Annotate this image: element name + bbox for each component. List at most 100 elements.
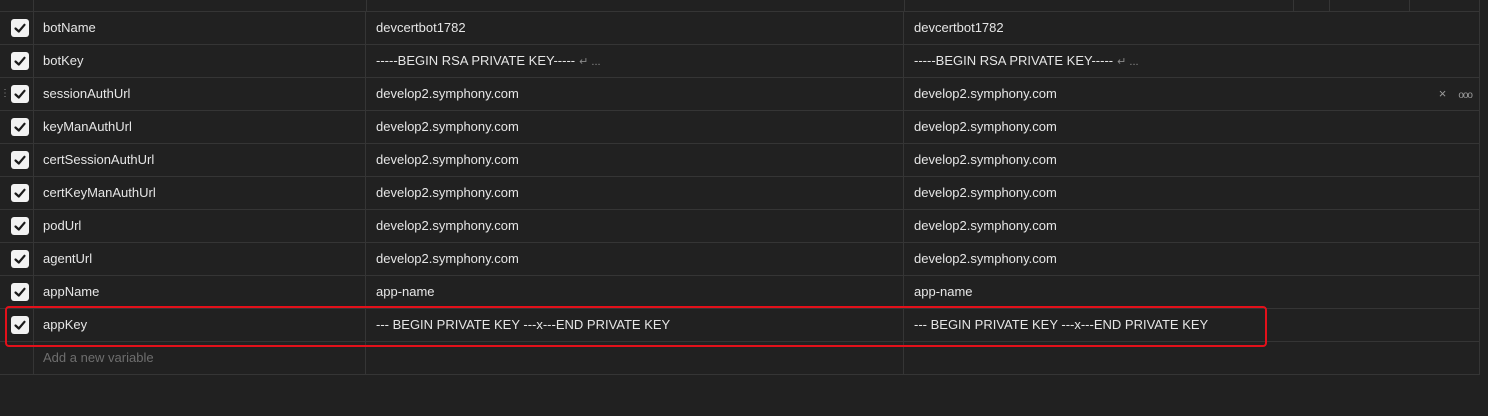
initial-value: develop2.symphony.com	[376, 86, 519, 101]
enable-cell	[0, 243, 34, 275]
table-row[interactable]: appName app-name app-name	[0, 276, 1480, 309]
current-value-cell[interactable]: develop2.symphony.com	[905, 111, 1480, 143]
enable-checkbox[interactable]	[11, 19, 29, 37]
variable-key: podUrl	[43, 218, 82, 233]
initial-value-cell[interactable]: devcertbot1782	[367, 12, 904, 44]
initial-value-cell[interactable]: develop2.symphony.com	[367, 144, 904, 176]
enable-cell	[0, 45, 34, 77]
enable-checkbox[interactable]	[11, 118, 29, 136]
table-row[interactable]: keyManAuthUrl develop2.symphony.com develo…	[0, 111, 1480, 144]
variable-key: appKey	[43, 317, 88, 332]
initial-value-cell[interactable]: --- BEGIN PRIVATE KEY ---x---END PRIVATE…	[367, 309, 904, 341]
current-value-cell[interactable]: devcertbot1782	[905, 12, 1480, 44]
current-value: develop2.symphony.com	[914, 251, 1057, 266]
variable-key-cell[interactable]: certKeyManAuthUrl	[34, 177, 366, 209]
close-icon[interactable]: ×	[1439, 78, 1447, 110]
current-value-cell[interactable]: develop2.symphony.com	[905, 210, 1480, 242]
enable-checkbox[interactable]	[11, 217, 29, 235]
initial-value: -----BEGIN RSA PRIVATE KEY-----	[376, 53, 576, 68]
variable-key-cell[interactable]: botKey	[34, 45, 366, 77]
initial-value: develop2.symphony.com	[376, 119, 519, 134]
variable-key: appName	[43, 284, 100, 299]
variable-key: agentUrl	[43, 251, 93, 266]
enable-checkbox[interactable]	[11, 85, 29, 103]
enable-checkbox[interactable]	[11, 184, 29, 202]
enable-cell: ⋮	[0, 78, 34, 110]
variable-key-cell[interactable]: botName	[34, 12, 366, 44]
variables-table: botName devcertbot1782 devcertbot1782 botKe…	[0, 0, 1480, 375]
row-actions: × ooo	[1427, 78, 1473, 112]
variable-key: botName	[43, 20, 96, 35]
initial-value-cell[interactable]: develop2.symphony.com	[367, 78, 904, 110]
current-value: -----BEGIN RSA PRIVATE KEY-----	[914, 53, 1114, 68]
new-current-value-cell[interactable]	[905, 342, 1480, 374]
initial-value: develop2.symphony.com	[376, 185, 519, 200]
enable-checkbox[interactable]	[11, 250, 29, 268]
enable-cell	[0, 177, 34, 209]
current-value: devcertbot1782	[914, 20, 1004, 35]
variable-key-cell[interactable]: certSessionAuthUrl	[34, 144, 366, 176]
more-options-icon[interactable]: ooo	[1458, 80, 1473, 112]
initial-value-cell[interactable]: develop2.symphony.com	[367, 111, 904, 143]
enable-checkbox[interactable]	[11, 52, 29, 70]
table-row[interactable]: podUrl develop2.symphony.com develop2.symp…	[0, 210, 1480, 243]
current-value-cell[interactable]: develop2.symphony.com	[905, 144, 1480, 176]
current-value: app-name	[914, 284, 973, 299]
table-row[interactable]: agentUrl develop2.symphony.com develop2.sy…	[0, 243, 1480, 276]
table-row[interactable]: certSessionAuthUrl develop2.symphony.com d…	[0, 144, 1480, 177]
current-value-cell[interactable]: develop2.symphony.com	[905, 177, 1480, 209]
drag-handle-icon[interactable]: ⋮	[0, 89, 10, 99]
initial-value-cell[interactable]: develop2.symphony.com	[367, 243, 904, 275]
variable-key: sessionAuthUrl	[43, 86, 131, 101]
variable-key: certKeyManAuthUrl	[43, 185, 156, 200]
enable-cell	[0, 111, 34, 143]
table-header-strip	[0, 0, 1480, 12]
current-value-cell[interactable]: --- BEGIN PRIVATE KEY ---x---END PRIVATE…	[905, 309, 1480, 341]
enable-cell	[0, 309, 34, 341]
initial-value: devcertbot1782	[376, 20, 466, 35]
table-row[interactable]: botKey -----BEGIN RSA PRIVATE KEY----- ↵ .…	[0, 45, 1480, 78]
enable-checkbox[interactable]	[11, 151, 29, 169]
current-value-cell[interactable]: develop2.symphony.com	[905, 78, 1480, 110]
variable-key: keyManAuthUrl	[43, 119, 132, 134]
new-initial-value-cell[interactable]	[367, 342, 904, 374]
current-value: develop2.symphony.com	[914, 86, 1057, 101]
variable-key-cell[interactable]: keyManAuthUrl	[34, 111, 366, 143]
initial-value-cell[interactable]: app-name	[367, 276, 904, 308]
variable-key-cell[interactable]: appName	[34, 276, 366, 308]
variable-key-cell[interactable]: podUrl	[34, 210, 366, 242]
multiline-indicator: ↵ ...	[1117, 56, 1139, 68]
current-value: develop2.symphony.com	[914, 185, 1057, 200]
variable-key-cell[interactable]: agentUrl	[34, 243, 366, 275]
enable-cell	[0, 276, 34, 308]
current-value: develop2.symphony.com	[914, 152, 1057, 167]
table-row[interactable]: certKeyManAuthUrl develop2.symphony.com de…	[0, 177, 1480, 210]
current-value-cell[interactable]: app-name	[905, 276, 1480, 308]
initial-value: app-name	[376, 284, 435, 299]
enable-checkbox[interactable]	[11, 283, 29, 301]
enable-checkbox[interactable]	[11, 316, 29, 334]
current-value: develop2.symphony.com	[914, 119, 1057, 134]
new-variable-row[interactable]: Add a new variable	[0, 342, 1480, 375]
multiline-indicator: ↵ ...	[579, 56, 601, 68]
table-row[interactable]: botName devcertbot1782 devcertbot1782	[0, 12, 1480, 45]
initial-value-cell[interactable]: develop2.symphony.com	[367, 177, 904, 209]
current-value: --- BEGIN PRIVATE KEY ---x---END PRIVATE…	[914, 317, 1209, 332]
table-row[interactable]: appKey --- BEGIN PRIVATE KEY ---x---END P…	[0, 309, 1480, 342]
enable-cell	[0, 12, 34, 44]
current-value-cell[interactable]: -----BEGIN RSA PRIVATE KEY----- ↵ ...	[905, 45, 1480, 77]
variable-key-cell[interactable]: appKey	[34, 309, 366, 341]
initial-value: develop2.symphony.com	[376, 218, 519, 233]
current-value-cell[interactable]: develop2.symphony.com	[905, 243, 1480, 275]
variables-rows: botName devcertbot1782 devcertbot1782 botKe…	[0, 12, 1480, 342]
variable-key-cell[interactable]: sessionAuthUrl	[34, 78, 366, 110]
current-value: develop2.symphony.com	[914, 218, 1057, 233]
table-row[interactable]: ⋮ sessionAuthUrl develop2.symphony.com deve…	[0, 78, 1480, 111]
enable-cell	[0, 210, 34, 242]
variable-key: certSessionAuthUrl	[43, 152, 155, 167]
variable-key: botKey	[43, 53, 84, 68]
new-variable-input[interactable]: Add a new variable	[34, 342, 366, 374]
initial-value: develop2.symphony.com	[376, 251, 519, 266]
initial-value-cell[interactable]: develop2.symphony.com	[367, 210, 904, 242]
initial-value-cell[interactable]: -----BEGIN RSA PRIVATE KEY----- ↵ ...	[367, 45, 904, 77]
